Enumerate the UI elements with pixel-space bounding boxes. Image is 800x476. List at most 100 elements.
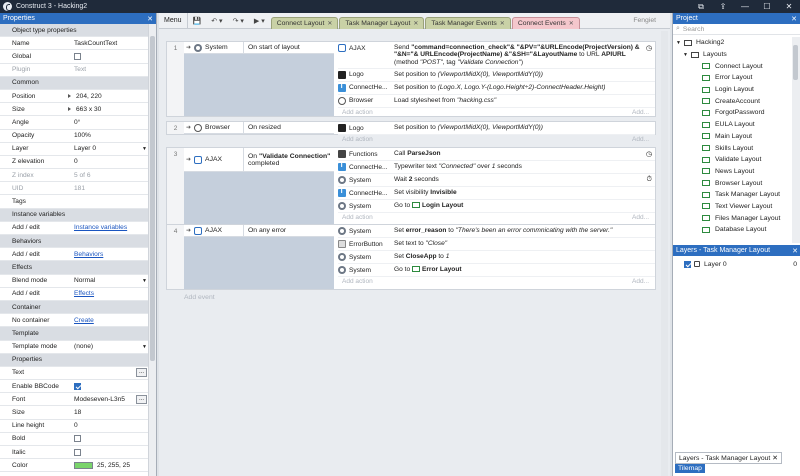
condition-row[interactable]: ➜ System On start of layout <box>184 42 334 54</box>
property-value[interactable]: Behaviors <box>62 251 149 258</box>
add-action-link[interactable]: Add action Add... <box>338 108 655 118</box>
actions-area[interactable]: System Set error_reason to "There's been … <box>338 225 655 289</box>
expand-icon[interactable] <box>68 94 71 99</box>
property-checkbox[interactable] <box>74 435 81 443</box>
property-row[interactable]: Font Modeseven-L3n5... <box>0 393 149 407</box>
property-checkbox[interactable] <box>74 448 81 456</box>
tree-layout-item[interactable]: Text Viewer Layout <box>673 201 792 213</box>
maximize-button[interactable]: ☐ <box>756 2 778 11</box>
property-value[interactable]: 181 <box>62 185 149 192</box>
tree-layout-item[interactable]: Main Layout <box>673 131 792 143</box>
minimize-button[interactable]: — <box>734 2 756 11</box>
color-swatch[interactable] <box>74 461 93 469</box>
property-row[interactable]: Z elevation 0 <box>0 156 149 170</box>
chevron-down-icon[interactable]: ▼ <box>676 40 681 46</box>
tree-layout-item[interactable]: Task Manager Layout <box>673 189 792 201</box>
property-section[interactable]: Instance variables <box>0 208 149 222</box>
property-value[interactable]: 25, 255, 25 <box>62 461 149 469</box>
property-checkbox[interactable] <box>74 52 81 60</box>
layer-visible-checkbox[interactable] <box>684 260 691 268</box>
property-value[interactable]: TaskCountText <box>62 40 149 47</box>
property-row[interactable]: Z index 5 of 6 <box>0 169 149 183</box>
property-row[interactable]: Add / edit Instance variables <box>0 222 149 235</box>
action-row[interactable]: ConnectHe... Set visibility Invisible <box>338 187 655 200</box>
project-scrollbar[interactable] <box>792 37 800 243</box>
property-value[interactable]: 0 <box>62 158 149 165</box>
tree-layout-item[interactable]: Connect Layout <box>673 60 792 72</box>
lock-icon[interactable] <box>694 261 700 267</box>
property-value[interactable]: 100% <box>62 132 149 139</box>
property-section[interactable]: Common <box>0 76 149 90</box>
property-section[interactable]: Object type properties <box>0 24 149 38</box>
property-value[interactable]: Layer 0 ▼ <box>62 145 149 152</box>
property-value[interactable]: ... <box>62 368 149 378</box>
property-row[interactable]: Size 663 x 30 <box>0 103 149 117</box>
chevron-down-icon[interactable]: ▼ <box>683 52 688 58</box>
tab-task-manager-layout[interactable]: Task Manager Layout ✕ <box>339 16 425 29</box>
property-row[interactable]: Add / edit Behaviors <box>0 248 149 262</box>
undo-icon[interactable]: ↶ ▾ <box>206 13 227 29</box>
property-row[interactable]: Global <box>0 50 149 64</box>
property-row[interactable]: Line height 0 <box>0 420 149 433</box>
puzzle-icon[interactable]: ⧉ <box>690 2 712 12</box>
tree-root[interactable]: ▼ Hacking2 <box>673 37 792 49</box>
property-value[interactable] <box>62 448 149 456</box>
tree-layout-item[interactable]: News Layout <box>673 166 792 178</box>
property-row[interactable]: Add / edit Effects <box>0 288 149 301</box>
search-input[interactable]: Search <box>683 26 705 33</box>
property-row[interactable]: Text... <box>0 367 149 381</box>
close-tab-icon[interactable]: ✕ <box>772 455 778 462</box>
sheet-scrollbar[interactable] <box>661 31 668 476</box>
tree-layout-item[interactable]: Error Layout <box>673 72 792 84</box>
property-value[interactable]: 0 <box>62 422 149 429</box>
project-search[interactable]: ⌕ Search <box>673 24 800 35</box>
property-value[interactable]: 5 of 6 <box>62 172 149 179</box>
action-row[interactable]: ConnectHe... Set position to (Logo.X, Log… <box>338 82 655 95</box>
event-block[interactable]: 1 ➜ System On start of layout AJAX Send "comm… <box>166 41 656 117</box>
close-window-button[interactable]: ✕ <box>778 2 800 11</box>
add-action-link[interactable]: Add action Add... <box>338 277 655 287</box>
tree-layout-item[interactable]: Login Layout <box>673 84 792 96</box>
add-action-link[interactable]: Add action Add... <box>338 213 655 223</box>
event-block[interactable]: 4 ➜ AJAX On any error System Set error_reason… <box>166 224 656 290</box>
property-row[interactable]: Plugin Text <box>0 64 149 77</box>
property-row[interactable]: Tags <box>0 195 149 209</box>
property-row[interactable]: Bold <box>0 433 149 446</box>
close-panel-icon[interactable]: ✕ <box>147 15 153 23</box>
tab-layers[interactable]: Layers - Task Manager Layout ✕ <box>675 452 782 464</box>
property-row[interactable]: Opacity 100% <box>0 130 149 143</box>
property-section[interactable]: Container <box>0 300 149 315</box>
action-row[interactable]: ConnectHe... Typewriter text "Connected" … <box>338 161 655 174</box>
event-block[interactable]: 2 ➜ Browser On resized Logo Set position to (… <box>166 121 656 143</box>
close-tab-icon[interactable]: ✕ <box>413 20 418 27</box>
tree-layout-item[interactable]: Validate Layout <box>673 154 792 166</box>
conditions-area[interactable]: ➜ AJAX On "Validate Connection" completed <box>184 148 334 224</box>
layer-row[interactable]: Layer 0 0 <box>673 258 800 270</box>
property-value[interactable] <box>62 435 149 443</box>
chevron-down-icon[interactable]: ▼ <box>142 344 147 350</box>
conditions-area[interactable]: ➜ AJAX On any error <box>184 225 334 289</box>
properties-scrollbar[interactable] <box>148 24 156 476</box>
tab-task-manager-events[interactable]: Task Manager Events ✕ <box>425 16 511 29</box>
condition-row[interactable]: ➜ AJAX On any error <box>184 225 334 237</box>
property-section[interactable]: Effects <box>0 261 149 275</box>
action-row[interactable]: Logo Set position to (ViewportMidX(0), Vi… <box>338 69 655 82</box>
close-tab-icon[interactable]: ✕ <box>569 20 574 27</box>
redo-icon[interactable]: ↷ ▾ <box>228 13 249 29</box>
action-row[interactable]: Logo Set position to (ViewportMidX(0), Vi… <box>338 122 655 135</box>
property-value[interactable]: Normal ▼ <box>62 277 149 284</box>
action-row[interactable]: System Go to Error Layout <box>338 264 655 277</box>
action-row[interactable]: Functions Call ParseJson ◷ <box>338 148 655 161</box>
user-name[interactable]: Fengiet <box>633 17 656 24</box>
action-row[interactable]: System Set CloseApp to 1 <box>338 251 655 264</box>
action-row[interactable]: System Set error_reason to "There's been … <box>338 225 655 238</box>
chevron-down-icon[interactable]: ▼ <box>142 278 147 284</box>
share-icon[interactable]: ⇪ <box>712 2 734 11</box>
property-row[interactable]: Position 204, 220 <box>0 90 149 104</box>
close-tab-icon[interactable]: ✕ <box>500 20 505 27</box>
property-value[interactable]: (none) ▼ <box>62 343 149 350</box>
property-value[interactable]: Effects <box>62 290 149 297</box>
menu-button[interactable]: Menu <box>159 12 188 29</box>
tab-tilemap[interactable]: Tilemap <box>675 464 705 473</box>
condition-row[interactable]: ➜ AJAX On "Validate Connection" completed <box>184 148 334 172</box>
